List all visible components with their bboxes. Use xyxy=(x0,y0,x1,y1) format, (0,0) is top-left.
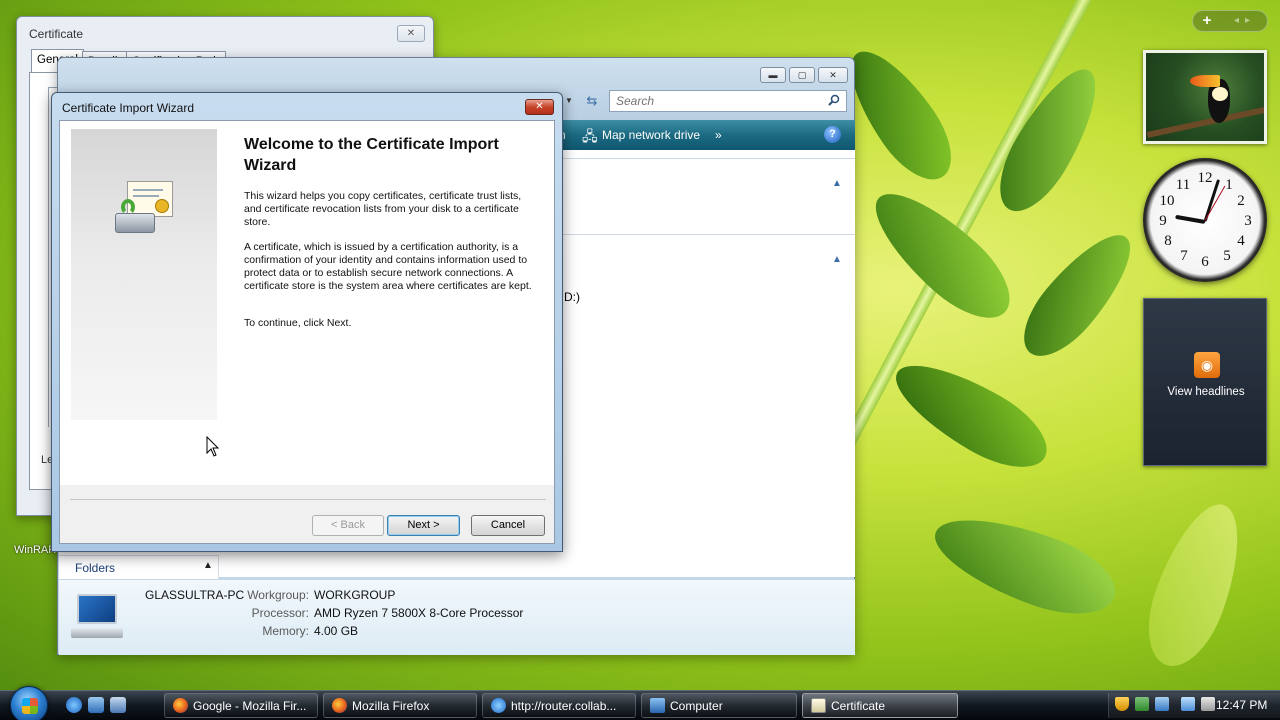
taskbar-button-computer[interactable]: Computer xyxy=(641,693,797,718)
network-icon[interactable] xyxy=(1181,697,1195,711)
help-icon[interactable]: ? xyxy=(824,126,841,143)
branch-shape xyxy=(1146,106,1264,138)
next-button[interactable]: Next > xyxy=(387,515,460,536)
clock-number: 8 xyxy=(1164,233,1172,249)
taskbar-button-label: http://router.collab... xyxy=(511,699,617,713)
rss-icon: ◉ xyxy=(1194,352,1220,378)
clock-gadget[interactable]: 12 1 2 3 4 5 6 7 8 9 10 11 xyxy=(1143,158,1267,282)
security-center-icon[interactable] xyxy=(1135,697,1149,711)
clock-number: 5 xyxy=(1223,248,1231,264)
firefox-icon xyxy=(173,698,188,713)
taskbar-button-label: Certificate xyxy=(831,699,886,713)
certificate-dialog-title: Certificate xyxy=(29,27,84,41)
taskbar-clock[interactable]: 12:47 PM xyxy=(1216,698,1267,712)
wizard-side-panel xyxy=(71,129,217,420)
folders-bar[interactable]: Folders ▲ xyxy=(59,555,219,579)
computer-icon xyxy=(71,594,123,642)
switch-windows-icon[interactable] xyxy=(110,697,126,713)
clock-number: 6 xyxy=(1201,254,1209,270)
processor-label: Processor: xyxy=(251,606,309,620)
maximize-button[interactable]: ▢ xyxy=(789,67,815,83)
processor-value: AMD Ryzen 7 5800X 8-Core Processor xyxy=(314,606,524,620)
workgroup-label: Workgroup: xyxy=(247,588,309,602)
mouse-cursor-icon xyxy=(206,436,220,457)
minimize-button[interactable]: ▬ xyxy=(760,67,786,83)
certificate-import-wizard: Certificate Import Wizard ✕ Welcome to t… xyxy=(51,92,563,552)
ie-icon xyxy=(491,698,506,713)
folders-label: Folders xyxy=(75,561,116,575)
refresh-icon[interactable]: ⇆ xyxy=(581,91,603,111)
clock-number: 7 xyxy=(1180,248,1188,264)
wizard-paragraph: A certificate, which is issued by a cert… xyxy=(244,241,532,292)
workgroup-value: WORKGROUP xyxy=(314,588,396,602)
clock-number: 11 xyxy=(1175,177,1191,193)
taskbar-button-google-firefox[interactable]: Google - Mozilla Fir... xyxy=(164,693,318,718)
memory-label: Memory: xyxy=(262,624,309,638)
cancel-button[interactable]: Cancel xyxy=(471,515,545,536)
details-pane: GLASSULTRA-PC Workgroup: WORKGROUP Proce… xyxy=(59,579,855,655)
windows-logo-icon xyxy=(22,698,38,714)
taskbar-button-label: Mozilla Firefox xyxy=(352,699,430,713)
clock-hour-hand xyxy=(1175,214,1206,224)
start-button[interactable] xyxy=(10,686,48,720)
map-network-drive-button[interactable]: Map network drive xyxy=(602,128,700,142)
close-button[interactable]: ✕ xyxy=(525,99,554,115)
address-dropdown-icon[interactable]: ▼ xyxy=(561,91,577,111)
more-commands-button[interactable]: » xyxy=(715,128,722,142)
add-gadget-button[interactable]: + xyxy=(1198,12,1216,30)
taskbar-button-router-ie[interactable]: http://router.collab... xyxy=(482,693,636,718)
clock-number: 4 xyxy=(1237,233,1245,249)
ie-quicklaunch-icon[interactable] xyxy=(66,697,82,713)
firefox-icon xyxy=(332,698,347,713)
clock-number: 10 xyxy=(1159,193,1175,209)
search-input[interactable] xyxy=(610,91,820,111)
taskbar-button-mozilla-firefox[interactable]: Mozilla Firefox xyxy=(323,693,477,718)
taskbar-button-label: Google - Mozilla Fir... xyxy=(193,699,307,713)
update-icon[interactable] xyxy=(1155,697,1169,711)
toucan-throat xyxy=(1212,87,1228,101)
shield-icon[interactable] xyxy=(1115,697,1129,711)
clock-number: 3 xyxy=(1244,213,1252,229)
certificate-icon xyxy=(811,698,826,713)
back-button[interactable]: < Back xyxy=(312,515,384,536)
wizard-paragraph: This wizard helps you copy certificates,… xyxy=(244,190,522,228)
wizard-heading: Welcome to the Certificate Import Wizard xyxy=(244,136,499,174)
wizard-title: Certificate Import Wizard xyxy=(62,101,195,115)
chevron-up-icon: ▲ xyxy=(203,560,213,571)
collapse-group-icon[interactable]: ▲ xyxy=(832,254,842,265)
taskbar-button-certificate[interactable]: Certificate xyxy=(802,693,958,718)
map-drive-icon: 🖧 xyxy=(582,128,598,144)
wizard-welcome-page: Welcome to the Certificate Import Wizard… xyxy=(60,121,554,485)
taskbar-button-label: Computer xyxy=(670,699,723,713)
clock-number: 12 xyxy=(1197,170,1213,186)
feed-headlines-gadget[interactable]: ◉ View headlines xyxy=(1143,298,1267,466)
close-button[interactable]: ✕ xyxy=(818,67,848,83)
clock-number: 2 xyxy=(1237,193,1245,209)
desktop-icon-winrar-label[interactable]: WinRAR xyxy=(14,544,56,556)
slideshow-gadget[interactable] xyxy=(1143,50,1267,144)
wizard-body: Welcome to the Certificate Import Wizard… xyxy=(59,120,555,544)
computer-icon xyxy=(650,698,665,713)
search-box xyxy=(609,90,847,112)
drive-partial-label[interactable]: D:) xyxy=(564,290,580,304)
wizard-separator xyxy=(70,499,546,500)
collapse-group-icon[interactable]: ▲ xyxy=(832,178,842,189)
toucan-beak xyxy=(1190,75,1220,87)
show-desktop-icon[interactable] xyxy=(88,697,104,713)
search-icon[interactable] xyxy=(828,94,840,106)
certificate-import-icon xyxy=(111,177,177,243)
volume-muted-icon[interactable] xyxy=(1201,697,1215,711)
clock-number: 9 xyxy=(1159,213,1167,229)
memory-value: 4.00 GB xyxy=(314,624,359,638)
view-headlines-link[interactable]: View headlines xyxy=(1144,386,1268,398)
sidebar-nav-arrows[interactable]: ◂▸ xyxy=(1228,12,1262,30)
close-button[interactable]: ✕ xyxy=(397,25,425,42)
wizard-paragraph: To continue, click Next. xyxy=(244,317,352,329)
